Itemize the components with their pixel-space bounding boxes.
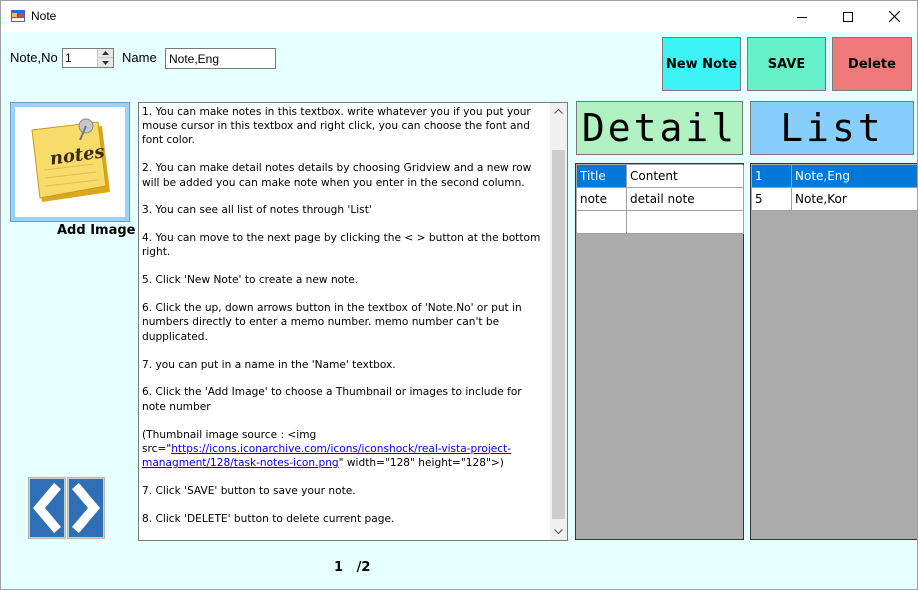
close-icon (888, 11, 900, 22)
note-paragraph: 5. Click 'New Note' to create a new note… (142, 274, 359, 287)
thumbnail-source-paragraph: (Thumbnail image source : <img src="http… (142, 428, 547, 471)
list-name-cell[interactable]: Note,Eng (792, 165, 917, 188)
note-paragraph: 6. Click the 'Add Image' to choose a Thu… (142, 386, 522, 413)
notes-textbox[interactable]: 1. You can make notes in this textbox. w… (138, 102, 568, 541)
delete-button[interactable]: Delete (832, 37, 912, 91)
stepper-up-button[interactable] (98, 49, 113, 58)
detail-key-cell[interactable] (577, 211, 627, 234)
list-button[interactable]: List (750, 101, 914, 155)
note-no-value[interactable]: 1 (65, 51, 72, 65)
list-no-cell[interactable]: 1 (752, 165, 792, 188)
client-area: Note,No 1 Name New Note SAVE Delete (1, 32, 917, 589)
note-paragraph: 2. You can make detail notes details by … (142, 162, 532, 189)
new-row[interactable] (577, 211, 744, 234)
detail-key-cell[interactable]: Title (577, 165, 627, 188)
thumbnail-image-button[interactable]: notes (10, 102, 130, 222)
notes-icon: notes (31, 118, 110, 202)
detail-grid[interactable]: Title Content note detail note (575, 163, 744, 540)
arrow-up-icon (102, 51, 109, 55)
list-no-cell[interactable]: 5 (752, 188, 792, 211)
scroll-down-button[interactable] (550, 523, 567, 540)
stepper-down-button[interactable] (98, 58, 113, 67)
detail-key-cell[interactable]: note (577, 188, 627, 211)
maximize-icon (843, 11, 853, 22)
list-row[interactable]: 5 Note,Kor (752, 188, 917, 211)
chevron-right-icon (69, 479, 103, 537)
save-button[interactable]: SAVE (747, 37, 826, 91)
stepper-buttons (97, 49, 113, 67)
source-suffix: " width="128" height="128">) (338, 456, 504, 469)
note-paragraph: 4. You can move to the next page by clic… (142, 232, 541, 259)
detail-value-cell[interactable]: detail note (627, 188, 744, 211)
add-image-label[interactable]: Add Image (57, 223, 135, 238)
arrow-down-icon (102, 60, 109, 65)
note-paragraph: 8. Click 'DELETE' button to delete curre… (142, 512, 395, 525)
close-button[interactable] (871, 1, 917, 32)
note-paragraph: 7. Click 'SAVE' button to save your note… (142, 484, 356, 497)
detail-value-cell[interactable]: Content (627, 165, 744, 188)
next-page-button[interactable] (67, 477, 105, 539)
title-bar[interactable]: Note (1, 1, 917, 32)
minimize-icon (797, 16, 807, 18)
list-name-cell[interactable]: Note,Kor (792, 188, 917, 211)
note-paragraph: 7. you can put in a name in the 'Name' t… (142, 358, 396, 371)
window-title: Note (31, 9, 57, 23)
table-row[interactable]: note detail note (577, 188, 744, 211)
note-window: Note Note,No 1 Name New Note SAV (0, 0, 918, 590)
chevron-down-icon (554, 529, 563, 534)
notes-text[interactable]: 1. You can make notes in this textbox. w… (142, 105, 547, 540)
note-paragraph: 1. You can make notes in this textbox. w… (142, 106, 531, 147)
previous-page-button[interactable] (28, 477, 66, 539)
detail-button[interactable]: Detail (576, 101, 743, 155)
name-input[interactable] (165, 48, 276, 69)
new-note-button[interactable]: New Note (662, 37, 741, 91)
thumbnail-frame: notes (15, 107, 125, 217)
table-row[interactable]: Title Content (577, 165, 744, 188)
scroll-thumb[interactable] (552, 150, 565, 519)
note-no-label: Note,No (10, 50, 58, 65)
note-no-stepper[interactable]: 1 (62, 48, 114, 68)
list-grid[interactable]: 1 Note,Eng 5 Note,Kor (750, 163, 917, 540)
name-label: Name (122, 50, 157, 65)
note-paragraph: 3. You can see all list of notes through… (142, 204, 372, 217)
minimize-button[interactable] (779, 1, 825, 32)
app-icon (11, 10, 25, 22)
maximize-button[interactable] (825, 1, 871, 32)
page-indicator: 1 /2 (334, 560, 370, 575)
chevron-up-icon (554, 109, 563, 114)
total-pages: 2 (361, 560, 371, 575)
detail-value-cell[interactable] (627, 211, 744, 234)
current-page: 1 (334, 560, 344, 575)
note-paragraph: 6. Click the up, down arrows button in t… (142, 302, 522, 343)
vertical-scrollbar[interactable] (550, 103, 567, 540)
scroll-up-button[interactable] (550, 103, 567, 120)
chevron-left-icon (30, 479, 64, 537)
list-row-selected[interactable]: 1 Note,Eng (752, 165, 917, 188)
